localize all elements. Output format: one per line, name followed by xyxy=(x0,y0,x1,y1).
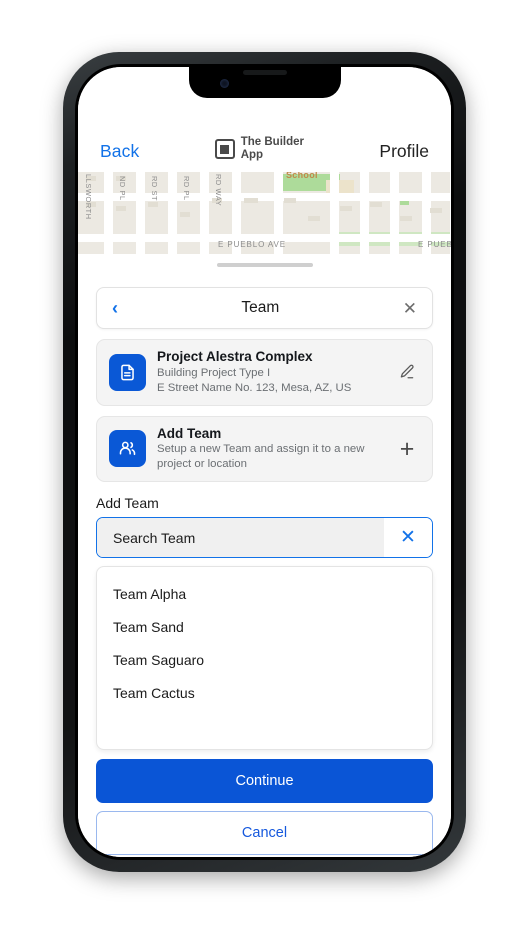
map-street-label: ND PL xyxy=(118,176,127,201)
list-item[interactable]: Team Alpha xyxy=(97,577,432,610)
phone-frame: Back The Builder App Profile LLSWORTH ND… xyxy=(63,52,466,872)
phone-bezel: Back The Builder App Profile LLSWORTH ND… xyxy=(75,64,454,860)
app-brand: The Builder App xyxy=(214,136,304,162)
document-icon xyxy=(109,353,146,391)
profile-button[interactable]: Profile xyxy=(379,141,429,162)
add-team-card[interactable]: Add Team Setup a new Team and assign it … xyxy=(96,415,433,483)
panel-title: Team xyxy=(241,299,280,316)
add-team-card-text: Add Team Setup a new Team and assign it … xyxy=(157,426,383,473)
plus-glyph: + xyxy=(399,434,415,463)
map-street-label: RD WAY xyxy=(214,174,223,207)
search-team-input[interactable] xyxy=(97,518,384,558)
phone-notch xyxy=(188,67,341,98)
project-card[interactable]: Project Alestra Complex Building Project… xyxy=(96,339,433,406)
map-poi-label: School xyxy=(286,172,318,180)
map-street-label: RD ST xyxy=(150,176,159,202)
plus-icon[interactable]: + xyxy=(394,434,420,463)
bottom-sheet: ‹ Team ✕ Project Alestra Complex Buildin… xyxy=(78,254,451,857)
project-type: Building Project Type I xyxy=(157,366,271,379)
list-item[interactable]: Team Cactus xyxy=(97,676,432,709)
sheet-footer: Continue Cancel xyxy=(78,759,451,856)
project-card-text: Project Alestra Complex Building Project… xyxy=(157,349,383,396)
map-street-label: E PUEBLO AVE xyxy=(218,240,287,249)
add-team-subtitle-1: Setup a new Team and assign it to a new xyxy=(157,443,365,456)
brand-line-2: App xyxy=(240,149,264,162)
cancel-button[interactable]: Cancel xyxy=(96,811,433,856)
clear-search-icon[interactable]: ✕ xyxy=(384,518,432,558)
close-icon[interactable]: ✕ xyxy=(403,300,417,317)
back-button[interactable]: Back xyxy=(100,141,139,162)
people-group-icon xyxy=(109,430,146,468)
front-camera-icon xyxy=(219,79,229,88)
chevron-left-icon[interactable]: ‹ xyxy=(112,299,118,317)
project-address: E Street Name No. 123, Mesa, AZ, US xyxy=(157,381,352,394)
list-item[interactable]: Team Sand xyxy=(97,610,432,643)
continue-button[interactable]: Continue xyxy=(96,759,433,804)
edit-pencil-icon[interactable] xyxy=(394,363,420,381)
add-team-title: Add Team xyxy=(157,425,222,441)
search-team-row: ✕ xyxy=(96,517,433,559)
app-brand-text: The Builder App xyxy=(241,136,304,162)
list-item[interactable]: Team Saguaro xyxy=(97,643,432,676)
earpiece-speaker xyxy=(242,70,287,75)
team-results-list[interactable]: Team Alpha Team Sand Team Saguaro Team C… xyxy=(96,566,433,751)
app-logo-icon xyxy=(214,139,235,160)
add-team-subtitle-2: project or location xyxy=(157,458,247,471)
add-team-section-label: Add Team xyxy=(96,495,159,512)
phone-screen: Back The Builder App Profile LLSWORTH ND… xyxy=(78,67,451,857)
sheet-body: ‹ Team ✕ Project Alestra Complex Buildin… xyxy=(78,267,451,751)
map-street-label: E PUEB xyxy=(418,240,451,249)
map-view[interactable]: LLSWORTH ND PL RD ST RD PL RD WAY E PUEB… xyxy=(78,172,451,254)
team-panel-header: ‹ Team ✕ xyxy=(96,287,433,329)
project-title: Project Alestra Complex xyxy=(157,349,313,364)
map-street-label: LLSWORTH xyxy=(84,174,93,220)
map-street-label: RD PL xyxy=(182,176,191,201)
brand-line-1: The Builder xyxy=(240,136,304,149)
